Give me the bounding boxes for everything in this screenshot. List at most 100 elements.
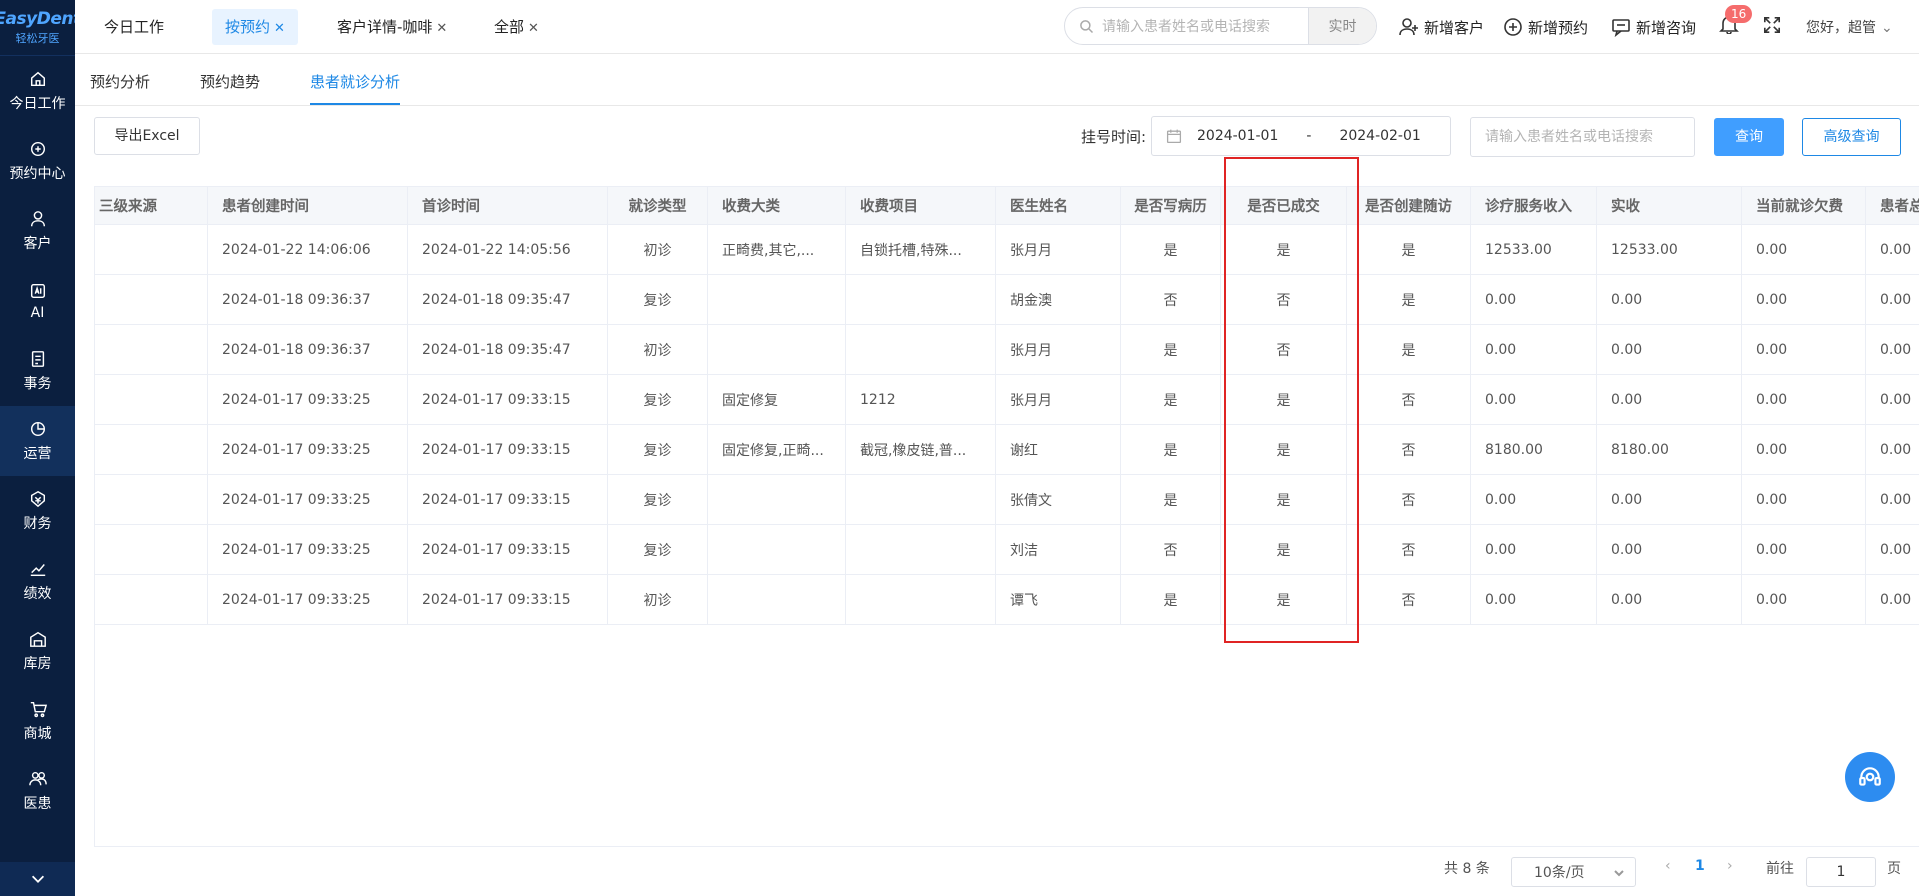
column-header[interactable]: 患者总: [1866, 187, 1919, 224]
table-cell: 0.00: [1471, 475, 1597, 524]
column-header[interactable]: 三级来源: [95, 187, 208, 224]
tab-all[interactable]: 全部 ✕: [481, 9, 552, 45]
table-cell: 否: [1347, 375, 1471, 424]
table-cell: 是: [1121, 375, 1221, 424]
fullscreen-button[interactable]: [1763, 16, 1781, 38]
user-menu[interactable]: 您好，超管 ⌄: [1806, 17, 1893, 37]
column-header[interactable]: 患者创建时间: [208, 187, 408, 224]
close-icon[interactable]: ✕: [528, 21, 539, 36]
table-cell: 初诊: [608, 225, 708, 274]
search-mode-button[interactable]: 实时: [1308, 8, 1376, 44]
table-cell: [846, 325, 996, 374]
new-consult-button[interactable]: 新增咨询: [1611, 14, 1696, 40]
global-search[interactable]: 请输入患者姓名或电话搜索 实时: [1064, 7, 1377, 45]
query-button[interactable]: 查询: [1714, 118, 1784, 156]
tab-customer-detail[interactable]: 客户详情-咖啡 ✕: [324, 9, 460, 45]
table-cell: 0.00: [1742, 525, 1866, 574]
search-input[interactable]: 请输入患者姓名或电话搜索: [1102, 16, 1308, 36]
subtab-patient-visit-analysis[interactable]: 患者就诊分析: [310, 71, 400, 92]
table-row[interactable]: 2024-01-17 09:33:25 2024-01-17 09:33:15 初诊…: [95, 575, 1919, 625]
table-row[interactable]: 2024-01-17 09:33:25 2024-01-17 09:33:15 复诊…: [95, 425, 1919, 475]
table-cell: [95, 475, 208, 524]
page-number[interactable]: 1: [1695, 858, 1705, 874]
sidebar-item-0[interactable]: 今日工作: [0, 56, 75, 126]
sidebar-item-1[interactable]: 预约中心: [0, 126, 75, 196]
home-icon: [30, 71, 45, 86]
add-user-icon: [1399, 18, 1418, 36]
column-header[interactable]: 诊疗服务收入: [1471, 187, 1597, 224]
date-label: 挂号时间:: [1081, 128, 1147, 146]
export-excel-button[interactable]: 导出Excel: [94, 117, 200, 155]
column-header[interactable]: 就诊类型: [608, 187, 708, 224]
table-cell: 0.00: [1742, 575, 1866, 624]
sidebar-item-label: AI: [30, 304, 45, 321]
page-size-select[interactable]: 10条/页: [1511, 857, 1636, 887]
column-header[interactable]: 收费项目: [846, 187, 996, 224]
table-row[interactable]: 2024-01-18 09:36:37 2024-01-18 09:35:47 初诊…: [95, 325, 1919, 375]
column-header[interactable]: 当前就诊欠费: [1742, 187, 1866, 224]
table-cell: 自锁托槽,特殊...: [846, 225, 996, 274]
close-icon[interactable]: ✕: [436, 21, 447, 36]
sidebar-item-label: 事务: [23, 375, 52, 392]
goto-page-input[interactable]: 1: [1806, 857, 1876, 887]
new-consult-label: 新增咨询: [1636, 18, 1697, 37]
sidebar-item-10[interactable]: 医患: [0, 756, 75, 826]
sidebar-item-8[interactable]: 库房: [0, 616, 75, 686]
customer-service-button[interactable]: [1845, 752, 1895, 802]
date-end[interactable]: 2024-02-01: [1339, 128, 1420, 144]
sidebar-item-9[interactable]: 商城: [0, 686, 75, 756]
table-cell: 0.00: [1742, 325, 1866, 374]
table-cell: 0.00: [1597, 275, 1742, 324]
sidebar-item-3[interactable]: AI: [0, 266, 75, 336]
table-cell: 是: [1347, 325, 1471, 374]
top-bar: 今日工作 按预约 ✕ 客户详情-咖啡 ✕ 全部 ✕ 请输入患者姓名或电话搜索 实时 新…: [75, 0, 1919, 54]
table-cell: 1212: [846, 375, 996, 424]
table-row[interactable]: 2024-01-17 09:33:25 2024-01-17 09:33:15 复诊…: [95, 525, 1919, 575]
table-row[interactable]: 2024-01-18 09:36:37 2024-01-18 09:35:47 复诊…: [95, 275, 1919, 325]
sidebar-item-6[interactable]: 财务: [0, 476, 75, 546]
close-icon[interactable]: ✕: [274, 21, 285, 36]
table-cell: 否: [1121, 275, 1221, 324]
sidebar-item-4[interactable]: 事务: [0, 336, 75, 406]
subtab-appointment-analysis[interactable]: 预约分析: [90, 71, 150, 92]
advanced-query-button[interactable]: 高级查询: [1802, 118, 1901, 156]
table-cell: 0.00: [1471, 575, 1597, 624]
table-cell: 2024-01-17 09:33:15: [408, 425, 608, 474]
app-logo[interactable]: EasyDent 轻松牙医: [0, 0, 81, 56]
table-cell: 复诊: [608, 275, 708, 324]
tab-today-work[interactable]: 今日工作: [91, 9, 177, 45]
column-header[interactable]: 实收: [1597, 187, 1742, 224]
sidebar-expand-button[interactable]: [0, 862, 75, 896]
table-cell: [846, 475, 996, 524]
table-row[interactable]: 2024-01-17 09:33:25 2024-01-17 09:33:15 复诊…: [95, 475, 1919, 525]
column-header[interactable]: 首诊时间: [408, 187, 608, 224]
page-suffix: 页: [1887, 861, 1901, 877]
prev-page-button[interactable]: ‹: [1665, 858, 1671, 874]
new-customer-button[interactable]: 新增客户: [1399, 14, 1484, 40]
column-header[interactable]: 是否写病历: [1121, 187, 1221, 224]
date-start[interactable]: 2024-01-01: [1197, 128, 1278, 144]
table-row[interactable]: 2024-01-22 14:06:06 2024-01-22 14:05:56 初诊…: [95, 225, 1919, 275]
patient-search-input[interactable]: 请输入患者姓名或电话搜索: [1470, 117, 1695, 157]
new-appointment-button[interactable]: 新增预约: [1503, 14, 1588, 40]
table-cell: 0.00: [1866, 375, 1919, 424]
next-page-button[interactable]: ›: [1727, 858, 1733, 874]
column-header[interactable]: 是否已成交: [1221, 187, 1347, 224]
table-row[interactable]: 2024-01-17 09:33:25 2024-01-17 09:33:15 复诊…: [95, 375, 1919, 425]
table-cell: 2024-01-18 09:36:37: [208, 275, 408, 324]
notification-badge: 16: [1725, 5, 1753, 23]
tab-by-appointment[interactable]: 按预约 ✕: [212, 9, 298, 45]
table-cell: 2024-01-18 09:35:47: [408, 275, 608, 324]
column-header[interactable]: 是否创建随访: [1347, 187, 1471, 224]
column-header[interactable]: 收费大类: [708, 187, 846, 224]
date-range-picker[interactable]: 2024-01-01 - 2024-02-01: [1151, 116, 1451, 156]
table-cell: 0.00: [1597, 525, 1742, 574]
table-cell: 2024-01-17 09:33:15: [408, 575, 608, 624]
table-cell: 是: [1121, 325, 1221, 374]
sidebar-item-7[interactable]: 绩效: [0, 546, 75, 616]
subtab-appointment-trend[interactable]: 预约趋势: [200, 71, 260, 92]
sidebar-item-2[interactable]: 客户: [0, 196, 75, 266]
sidebar-item-5[interactable]: 运营: [0, 406, 75, 476]
column-header[interactable]: 医生姓名: [996, 187, 1121, 224]
sidebar-item-label: 财务: [23, 515, 52, 532]
